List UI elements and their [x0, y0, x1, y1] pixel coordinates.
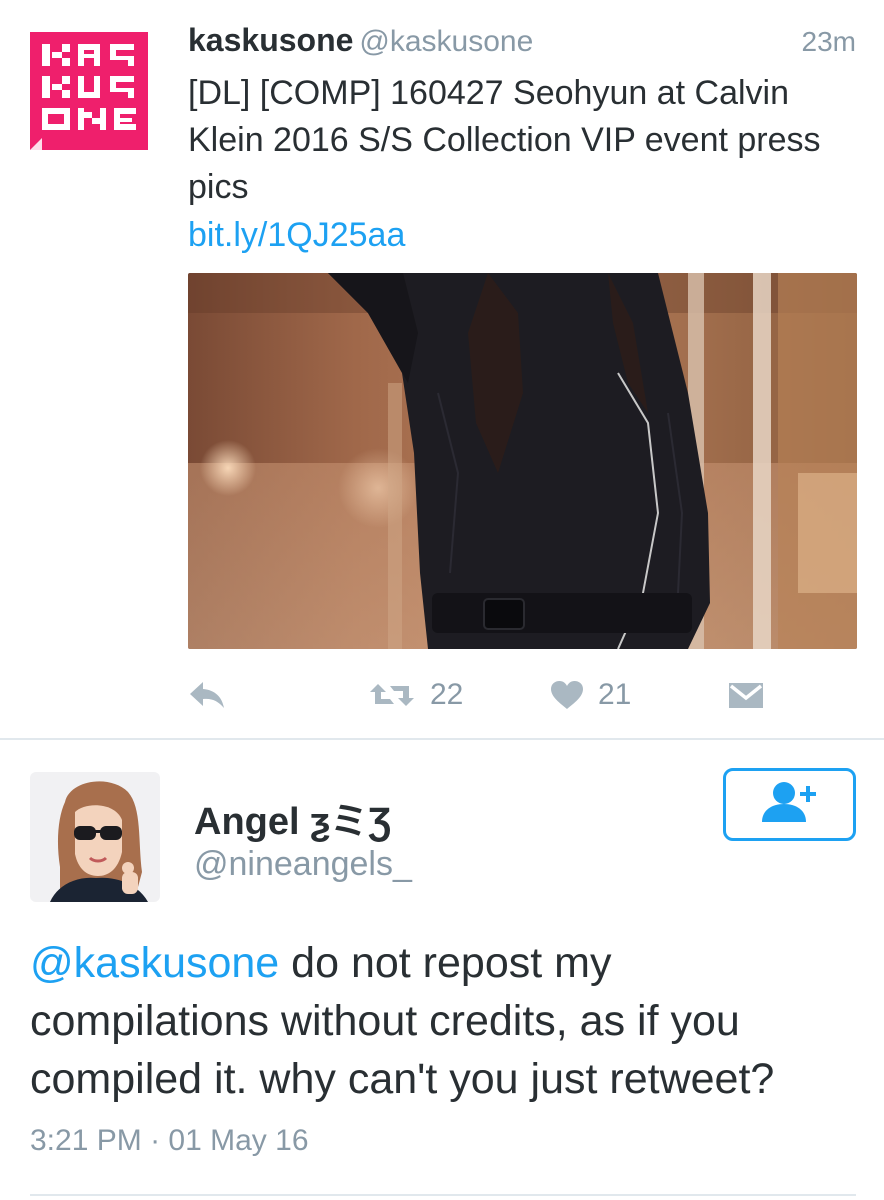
tweet-card[interactable]: kaskusone @kaskusone 23m [DL] [COMP] 1604…: [0, 0, 884, 740]
reply-screen-name[interactable]: @nineangels_: [194, 845, 412, 884]
mention-link[interactable]: @kaskusone: [30, 939, 279, 987]
screen-name[interactable]: @kaskusone: [359, 25, 533, 58]
direct-message-button[interactable]: [728, 670, 764, 720]
like-button[interactable]: 21: [550, 670, 631, 720]
reply-time: 3:21 PM: [30, 1124, 142, 1157]
tweet-timestamp[interactable]: 23m: [802, 26, 856, 58]
tweet-link[interactable]: bit.ly/1QJ25aa: [188, 212, 405, 259]
bottom-divider: [30, 1194, 856, 1196]
tweet-header: kaskusone @kaskusone 23m: [188, 22, 858, 68]
tweet-divider: [0, 738, 884, 740]
heart-icon: [550, 680, 584, 710]
reply-timestamp[interactable]: 3:21 PM · 01 May 16: [30, 1124, 309, 1158]
tweet-media-photo[interactable]: [188, 273, 857, 649]
display-name[interactable]: kaskusone: [188, 22, 353, 58]
reply-button[interactable]: [188, 670, 226, 720]
retweet-button[interactable]: 22: [368, 670, 463, 720]
like-count: 21: [598, 678, 632, 711]
meta-separator: ·: [150, 1124, 161, 1157]
retweet-count: 22: [430, 678, 464, 711]
reply-icon: [188, 680, 226, 710]
tweet-actions: 22 21: [188, 670, 858, 720]
reply-tweet-text: @kaskusone do not repost my compilations…: [30, 934, 860, 1108]
kaskusone-logo-avatar[interactable]: [30, 32, 148, 150]
reply-date: 01 May 16: [168, 1124, 309, 1157]
add-user-icon: [758, 780, 822, 829]
reply-display-name[interactable]: Angel ƺミƷ: [194, 790, 391, 845]
user-avatar[interactable]: [30, 772, 160, 902]
envelope-icon: [728, 680, 764, 710]
follow-button[interactable]: [723, 768, 856, 841]
tweet-text: [DL] [COMP] 160427 Seohyun at Calvin Kle…: [188, 74, 821, 206]
retweet-icon: [368, 680, 416, 710]
